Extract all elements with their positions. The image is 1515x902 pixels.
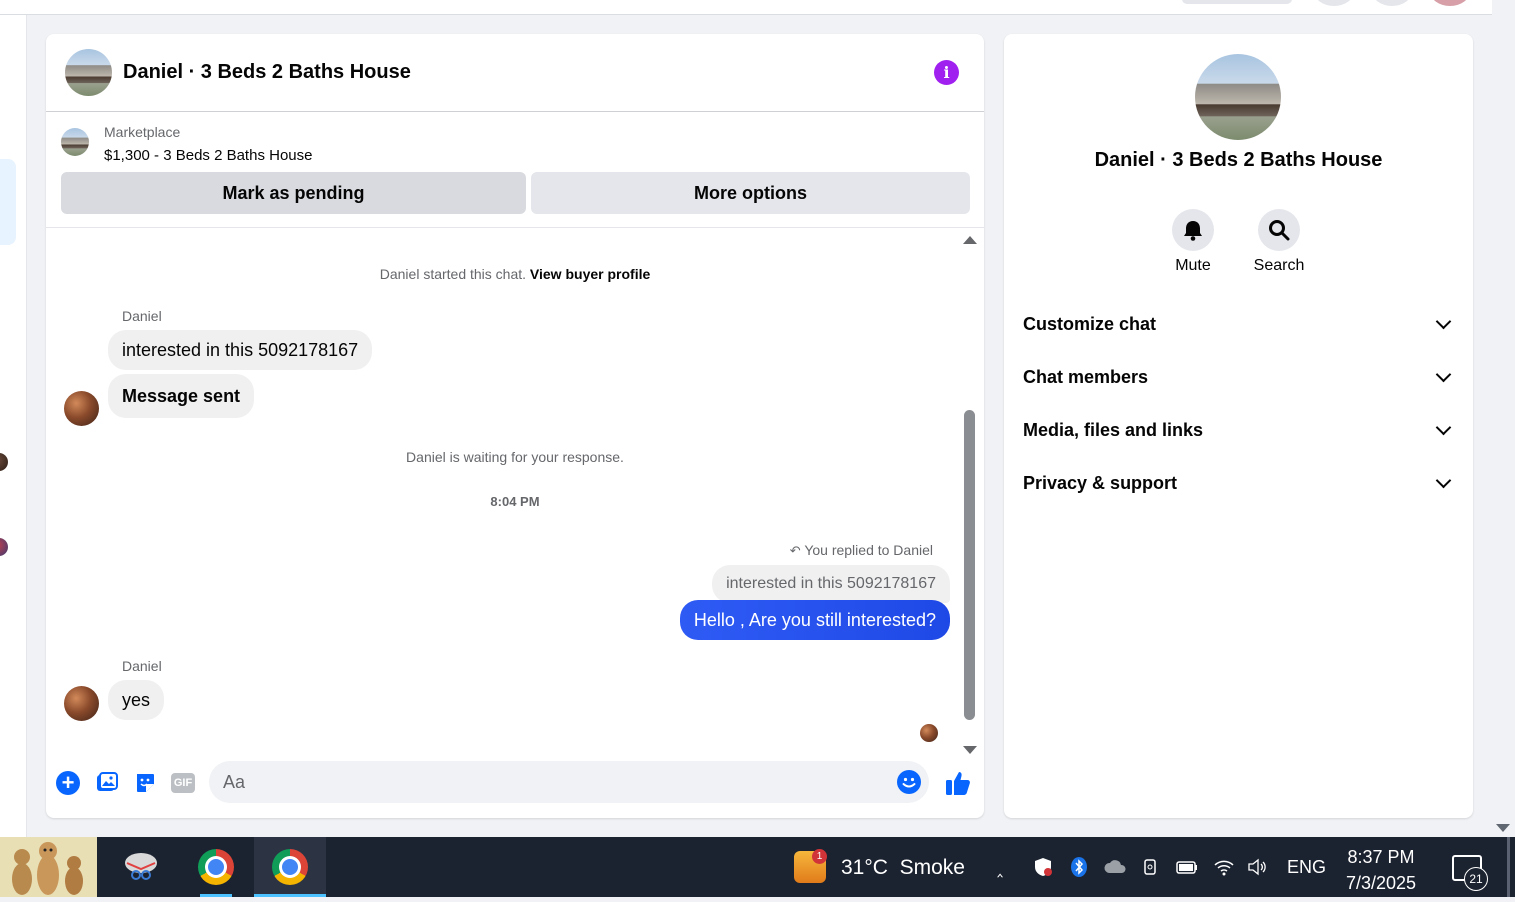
section-privacy-support[interactable]: Privacy & support: [1004, 463, 1473, 503]
chrome-icon: [198, 849, 234, 885]
chat-started-notice: Daniel started this chat. View buyer pro…: [46, 266, 984, 282]
outgoing-message[interactable]: Hello , Are you still interested?: [679, 600, 950, 640]
weather-description: Smoke: [899, 856, 965, 879]
conversation-avatar[interactable]: [0, 538, 8, 556]
weather-widget[interactable]: 31°C Smoke: [841, 856, 965, 880]
sender-name: Daniel: [122, 308, 162, 324]
listing-summary[interactable]: $1,300 - 3 Beds 2 Baths House: [104, 147, 312, 164]
conversation-list-edge: [0, 15, 27, 837]
clock-date: 7/3/2025: [1345, 873, 1417, 893]
onedrive-cloud-icon[interactable]: [1103, 857, 1126, 877]
conversation-avatar[interactable]: [0, 453, 8, 471]
add-attachment-icon[interactable]: +: [56, 771, 80, 795]
section-media-files-links[interactable]: Media, files and links: [1004, 410, 1473, 450]
browser-top-bar: [0, 0, 1492, 15]
clock-time: 8:37 PM: [1347, 847, 1415, 867]
page-scrollbar[interactable]: [1492, 0, 1515, 837]
section-label: Privacy & support: [1023, 473, 1178, 493]
mute-label: Mute: [1175, 257, 1211, 274]
battery-icon[interactable]: [1175, 857, 1197, 877]
show-desktop-edge[interactable]: [1507, 837, 1510, 897]
waiting-notice: Daniel is waiting for your response.: [406, 449, 624, 465]
message-timestamp: 8:04 PM: [490, 494, 540, 509]
more-options-button[interactable]: More options: [531, 172, 970, 214]
info-icon[interactable]: i: [934, 60, 959, 85]
thread-scrollbar[interactable]: [962, 232, 977, 754]
search-button[interactable]: [1258, 209, 1300, 251]
chat-header: Daniel · 3 Beds 2 Baths House i: [46, 34, 984, 112]
section-label: Media, files and links: [1023, 420, 1204, 440]
wifi-icon[interactable]: [1213, 857, 1234, 877]
section-customize-chat[interactable]: Customize chat: [1004, 304, 1473, 344]
gif-icon[interactable]: GIF: [171, 773, 195, 793]
marketplace-listing-card: Marketplace $1,300 - 3 Beds 2 Baths Hous…: [46, 112, 984, 228]
reply-arrow-icon: ↶: [789, 543, 801, 558]
quoted-message[interactable]: interested in this 5092178167: [712, 565, 950, 603]
chrome-profile-taskbar-button[interactable]: [254, 837, 326, 897]
profile-name: Daniel · 3 Beds 2 Baths House: [1094, 149, 1383, 171]
profile-photo[interactable]: [1195, 54, 1281, 140]
show-hidden-icons-chevron-up-icon[interactable]: ‸: [997, 857, 1017, 877]
snipping-tool-icon[interactable]: [118, 837, 164, 897]
listing-source: Marketplace: [104, 124, 181, 140]
chat-started-text: Daniel started this chat.: [379, 266, 527, 282]
top-profile-avatar[interactable]: [1430, 0, 1470, 6]
selected-conversation-highlight[interactable]: [0, 159, 16, 245]
scroll-down-arrow-icon[interactable]: [1496, 824, 1510, 832]
sender-avatar[interactable]: [64, 391, 99, 426]
chat-panel: Daniel · 3 Beds 2 Baths House i Marketpl…: [46, 34, 984, 818]
scrollbar-thumb[interactable]: [964, 410, 975, 720]
system-clock[interactable]: 8:37 PM 7/3/2025: [1335, 844, 1427, 896]
section-chat-members[interactable]: Chat members: [1004, 357, 1473, 397]
weather-alert-badge: 1: [812, 849, 827, 864]
chevron-down-icon: [1435, 366, 1452, 383]
sender-name: Daniel: [122, 658, 162, 674]
volume-icon[interactable]: [1247, 857, 1267, 877]
top-search-pill[interactable]: [1182, 0, 1292, 4]
photo-icon[interactable]: [95, 771, 119, 795]
thumbs-up-icon[interactable]: [943, 768, 973, 798]
section-label: Customize chat: [1023, 314, 1157, 334]
incoming-message[interactable]: interested in this 5092178167: [108, 330, 373, 370]
top-menu-button[interactable]: [1314, 0, 1354, 6]
windows-taskbar: 1 31°C Smoke ‸ ENG 8:37 PM 7/3/2025 21: [0, 837, 1515, 897]
security-shield-icon[interactable]: [1033, 857, 1053, 877]
chat-title[interactable]: Daniel · 3 Beds 2 Baths House: [123, 61, 411, 84]
chrome-taskbar-button[interactable]: [186, 837, 246, 897]
notification-count-badge: 21: [1464, 867, 1488, 891]
sender-avatar[interactable]: [64, 686, 99, 721]
reply-indicator: ↶ You replied to Daniel: [790, 542, 933, 559]
sticker-icon[interactable]: [133, 771, 157, 795]
mute-button[interactable]: [1172, 209, 1214, 251]
scroll-down-arrow-icon[interactable]: [963, 746, 977, 754]
listing-avatar[interactable]: [65, 49, 112, 96]
chevron-down-icon: [1435, 472, 1452, 489]
message-thread: Daniel started this chat. View buyer pro…: [46, 228, 984, 748]
reply-indicator-text: You replied to Daniel: [804, 542, 933, 558]
camera-icon[interactable]: [1141, 857, 1161, 877]
chrome-profile-icon: [272, 849, 308, 885]
section-label: Chat members: [1023, 367, 1149, 387]
input-language-indicator[interactable]: ENG: [1287, 857, 1326, 878]
search-icon: [1269, 220, 1290, 241]
message-input[interactable]: [209, 761, 929, 803]
meerkat-widget-icon[interactable]: [0, 837, 97, 897]
incoming-message[interactable]: Message sent: [108, 374, 255, 418]
view-buyer-profile-link[interactable]: View buyer profile: [530, 266, 650, 282]
chevron-down-icon: [1435, 419, 1452, 436]
emoji-icon[interactable]: [897, 770, 921, 794]
read-receipt-avatar: [920, 724, 938, 742]
incoming-message[interactable]: yes: [108, 680, 165, 720]
message-composer: + GIF: [46, 758, 984, 813]
chat-info-panel: Daniel · 3 Beds 2 Baths House Mute Searc…: [1004, 34, 1473, 818]
chevron-down-icon: [1435, 313, 1452, 330]
scroll-up-arrow-icon[interactable]: [963, 236, 977, 244]
top-messenger-button[interactable]: [1372, 0, 1412, 6]
weather-temperature: 31°C: [841, 856, 888, 879]
bluetooth-icon[interactable]: [1069, 857, 1089, 877]
search-label: Search: [1253, 257, 1305, 274]
bell-icon: [1184, 221, 1202, 241]
mark-as-pending-button[interactable]: Mark as pending: [61, 172, 526, 214]
listing-thumbnail[interactable]: [61, 128, 89, 156]
